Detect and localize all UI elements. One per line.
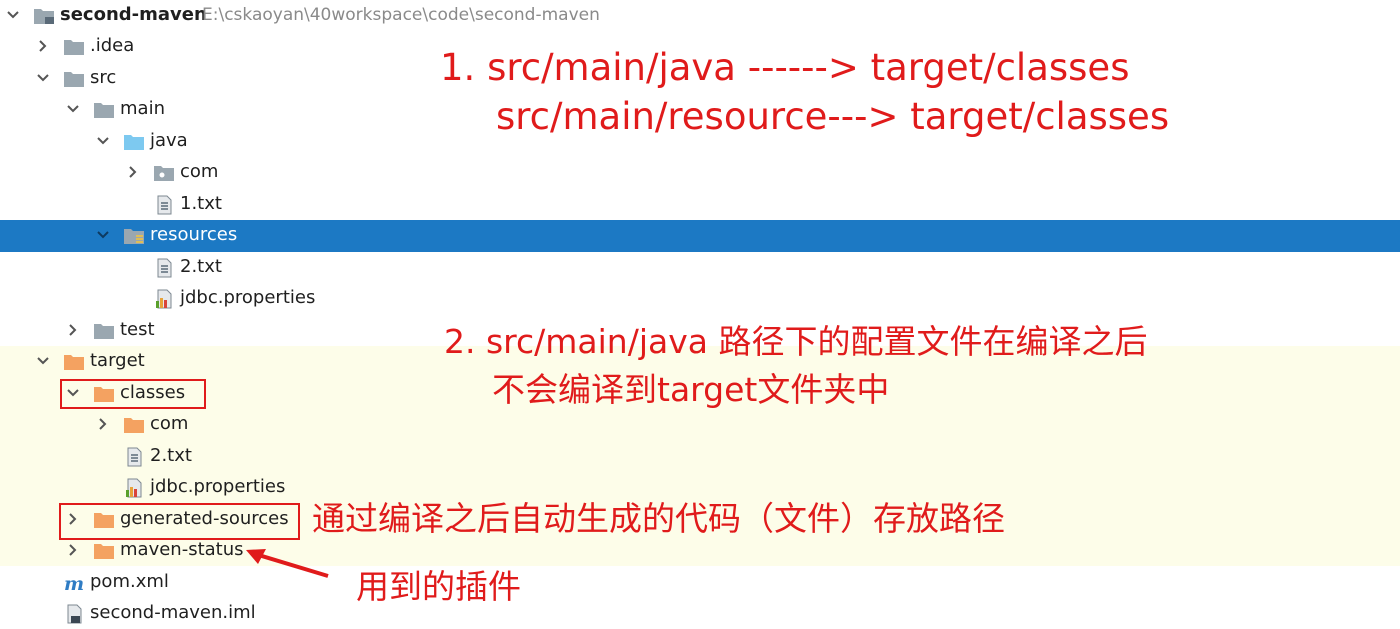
tree-item-label: 1.txt [180,193,222,214]
tree-item-label: maven-status [120,539,244,560]
module-folder-icon [34,9,54,24]
annotation-note1-line2: src/main/resource---> target/classes [496,95,1170,138]
tree-item-src[interactable]: src [0,63,420,94]
svg-text:m: m [64,573,84,593]
folder-icon [64,72,84,87]
annotation-arrow [246,549,329,578]
folder-icon [94,103,114,118]
tree-item-label: 2.txt [180,256,222,277]
excluded-folder-icon [64,355,84,370]
chevron-down-icon[interactable] [34,352,52,370]
tree-item-label: jdbc.properties [180,287,316,308]
tree-item-label: com [180,161,219,182]
tree-item-label: target [90,350,145,371]
excluded-folder-icon [94,544,114,559]
tree-item-jdbc-properties[interactable]: jdbc.properties [0,283,420,314]
chevron-right-icon[interactable] [124,163,142,181]
resources-folder-icon [124,229,144,244]
tree-item-label: src [90,67,117,88]
tree-item-label: 2.txt [150,445,192,466]
tree-item-2-txt-classes[interactable]: 2.txt [0,441,420,472]
tree-item-target[interactable]: target [0,346,420,377]
tree-item-label: java [150,130,188,151]
tree-item-label: pom.xml [90,571,169,592]
chevron-down-icon[interactable] [94,226,112,244]
tree-item-1-txt[interactable]: 1.txt [0,189,420,220]
root-project-path: E:\cskaoyan\40workspace\code\second-mave… [202,5,600,25]
tree-item-label: second-maven.iml [90,602,256,623]
folder-icon [94,324,114,339]
annotation-note4: 用到的插件 [356,567,521,606]
text-file-icon [127,447,142,467]
tree-item-resources[interactable]: resources [0,220,420,251]
tree-item-label: test [120,319,155,340]
tree-item-com-package[interactable]: com [0,157,420,188]
tree-item-label: jdbc.properties [150,476,286,497]
chevron-right-icon[interactable] [64,321,82,339]
tree-item-test[interactable]: test [0,315,420,346]
tree-item-label: resources [150,224,238,245]
classes-highlight-box [60,379,206,409]
tree-item-com-classes[interactable]: com [0,409,420,440]
generated-sources-highlight-box [59,503,300,540]
chevron-down-icon[interactable] [94,132,112,150]
excluded-folder-icon [124,418,144,433]
tree-item-label: main [120,98,165,119]
tree-item-label: com [150,413,189,434]
properties-file-icon [156,289,172,309]
root-project-name: second-maven [60,4,207,25]
chevron-right-icon[interactable] [94,415,112,433]
annotation-note2-line1: 2. src/main/java 路径下的配置文件在编译之后 [444,322,1148,361]
chevron-right-icon[interactable] [34,37,52,55]
tree-item-main[interactable]: main [0,94,420,125]
tree-item-java[interactable]: java [0,126,420,157]
tree-item-idea[interactable]: .idea [0,31,420,62]
text-file-icon [157,195,172,215]
chevron-right-icon[interactable] [64,541,82,559]
annotation-note2-line2: 不会编译到target文件夹中 [492,370,890,409]
tree-item-label: .idea [90,35,135,56]
chevron-down-icon[interactable] [34,69,52,87]
annotation-note1-line1: 1. src/main/java ------> target/classes [440,46,1130,89]
properties-file-icon [126,478,142,498]
text-file-icon [157,258,172,278]
tree-item-2-txt[interactable]: 2.txt [0,252,420,283]
chevron-down-icon[interactable] [4,6,22,24]
tree-root-second-maven[interactable]: second-maven E:\cskaoyan\40workspace\cod… [0,0,600,31]
module-file-icon [67,604,82,624]
source-folder-icon [124,135,144,150]
folder-icon [64,40,84,55]
maven-icon: m [64,573,84,593]
package-icon [154,166,174,181]
annotation-note3: 通过编译之后自动生成的代码（文件）存放路径 [312,499,1005,538]
chevron-down-icon[interactable] [64,100,82,118]
